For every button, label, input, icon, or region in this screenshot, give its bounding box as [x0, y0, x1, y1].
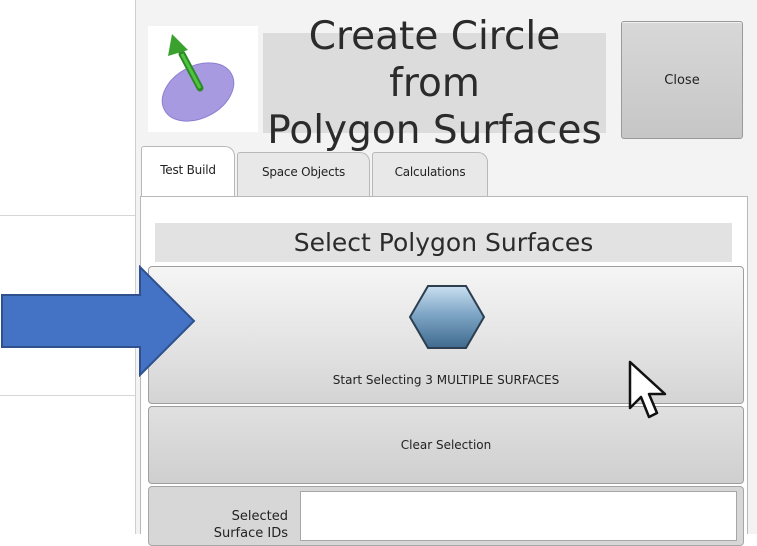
dialog-title: Create Circle from Polygon Surfaces [263, 14, 606, 153]
tab-label: Calculations [394, 165, 466, 179]
circle-from-polygon-icon [161, 34, 235, 122]
dialog-title-line1: Create Circle from [308, 13, 561, 106]
tab-test-build[interactable]: Test Build [141, 146, 235, 196]
close-button[interactable]: Close [621, 21, 743, 139]
background-divider [0, 215, 135, 216]
close-button-label: Close [664, 72, 700, 88]
dialog-icon [148, 26, 258, 132]
tab-space-objects[interactable]: Space Objects [237, 152, 370, 196]
mouse-pointer-icon [628, 360, 667, 419]
tab-calculations[interactable]: Calculations [372, 152, 488, 196]
hexagon-icon [408, 285, 486, 349]
background-divider [0, 395, 135, 396]
right-arrow-annotation [1, 265, 196, 377]
tab-label: Space Objects [261, 165, 346, 179]
clear-selection-label: Clear Selection [400, 438, 492, 452]
section-heading: Select Polygon Surfaces [155, 223, 732, 262]
dialog-title-line2: Polygon Surfaces [267, 107, 602, 153]
tab-label: Test Build [160, 163, 216, 177]
selected-surface-label: Selected Surface IDs [150, 508, 288, 542]
selected-label-line1: Selected [231, 509, 288, 524]
